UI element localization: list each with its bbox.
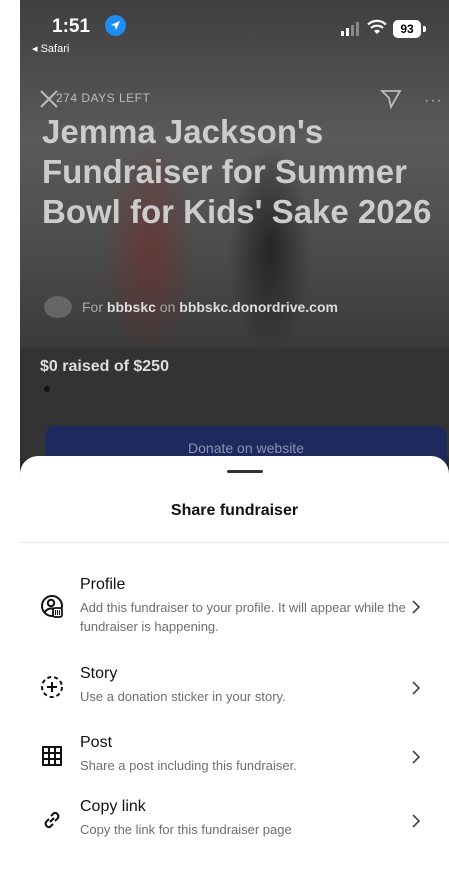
org-name[interactable]: bbbskc (107, 299, 156, 315)
raised-amount: $0 raised of $250 (40, 358, 169, 375)
battery-nub (423, 26, 426, 32)
signal-icon (341, 22, 361, 41)
more-options-icon[interactable]: ··· (424, 92, 443, 110)
grid-icon (40, 744, 64, 768)
phone-frame: 1:51 ◂ Safari 93 274 DAYS LEFT ··· Jemma… (0, 0, 449, 890)
chevron-right-icon (411, 750, 421, 764)
progress-indicator (44, 386, 50, 392)
chevron-right-icon (411, 681, 421, 695)
org-site-link[interactable]: bbbskc.donordrive.com (179, 299, 338, 315)
option-description: Add this fundraiser to your profile. It … (80, 600, 406, 634)
fundraiser-hero: 1:51 ◂ Safari 93 274 DAYS LEFT ··· Jemma… (20, 0, 449, 348)
option-description: Copy the link for this fundraiser page (80, 822, 292, 837)
organizer-line: For bbbskc on bbbskc.donordrive.com (44, 296, 338, 318)
sheet-handle[interactable] (227, 470, 263, 473)
sheet-title: Share fundraiser (170, 502, 299, 519)
share-option-story[interactable]: Story Use a donation sticker in your sto… (20, 665, 449, 709)
fundraiser-title: Jemma Jackson's Fundraiser for Summer Bo… (42, 113, 432, 230)
send-icon[interactable] (379, 89, 402, 114)
screen: 1:51 ◂ Safari 93 274 DAYS LEFT ··· Jemma… (20, 0, 449, 890)
days-left-label: 274 DAYS LEFT (56, 91, 151, 105)
option-description: Use a donation sticker in your story. (80, 689, 286, 704)
wifi-icon (367, 19, 387, 40)
story-add-icon (40, 675, 64, 699)
option-name: Story (80, 665, 118, 682)
battery-indicator: 93 (393, 20, 421, 38)
status-bar: 1:51 ◂ Safari 93 (20, 0, 449, 60)
left-edge (0, 0, 20, 890)
share-sheet: Share fundraiser Profile Add this fundra… (20, 456, 449, 890)
org-logo (44, 296, 72, 318)
chevron-right-icon (411, 814, 421, 828)
link-icon (40, 808, 64, 832)
share-option-profile[interactable]: Profile Add this fundraiser to your prof… (20, 576, 449, 642)
profile-icon (40, 594, 64, 618)
option-name: Post (80, 734, 113, 751)
org-prefix: For (82, 299, 103, 315)
share-option-copy-link[interactable]: Copy link Copy the link for this fundrai… (20, 798, 449, 842)
option-description: Share a post including this fundraiser. (80, 758, 297, 773)
location-icon (105, 15, 126, 36)
status-time: 1:51 (52, 16, 91, 37)
sheet-divider (20, 542, 449, 543)
share-option-post[interactable]: Post Share a post including this fundrai… (20, 734, 449, 778)
back-to-safari-link[interactable]: ◂ Safari (32, 42, 69, 55)
option-name: Profile (80, 576, 126, 593)
option-name: Copy link (80, 798, 146, 815)
chevron-right-icon (411, 600, 421, 614)
org-mid: on (159, 299, 176, 315)
